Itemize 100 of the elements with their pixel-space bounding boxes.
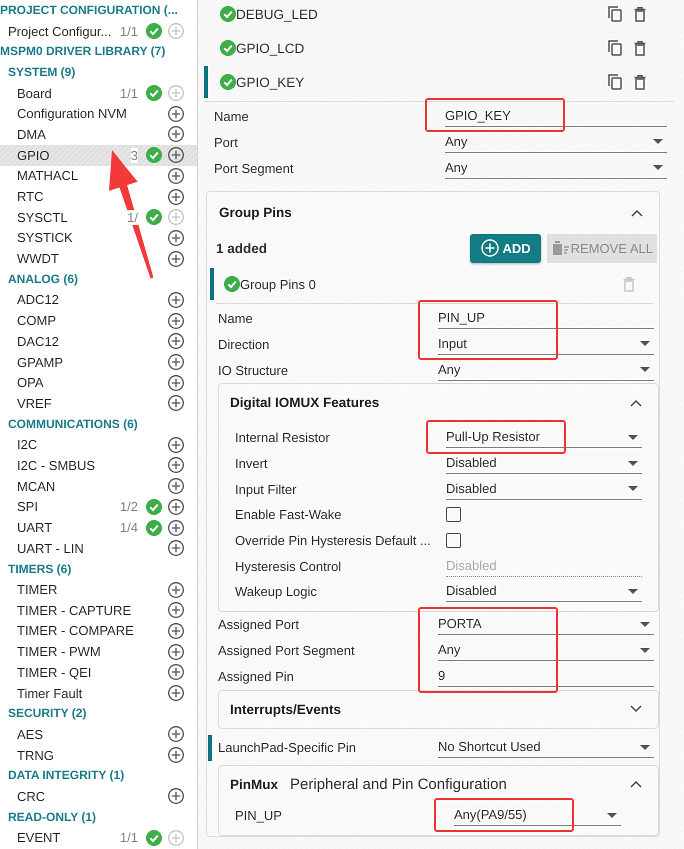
tree-item[interactable]: SYSTICK [0, 228, 197, 248]
tree-item[interactable]: CRC [0, 786, 197, 807]
chevron-up-icon[interactable] [630, 780, 642, 788]
trash-icon[interactable] [634, 40, 646, 56]
chevron-down-icon[interactable] [630, 705, 642, 714]
tree-item[interactable]: MATHACL [0, 166, 197, 186]
dropdown[interactable]: Disabled [446, 478, 642, 500]
tree-item[interactable]: RTC [0, 186, 197, 207]
dropdown[interactable]: Input [438, 334, 654, 354]
add-button[interactable]: ADD [470, 234, 541, 262]
checkbox[interactable] [446, 533, 461, 548]
tree-item[interactable]: OPA [0, 372, 197, 394]
tree-item[interactable]: TIMER - QEI [0, 662, 197, 683]
category-heading: TIMERS (6) [7, 560, 72, 578]
plus-circle-icon[interactable] [168, 664, 184, 680]
plus-circle-icon[interactable] [168, 478, 184, 494]
text-field[interactable]: GPIO_KEY [445, 106, 667, 126]
tree-item[interactable]: Board 1/1 [0, 82, 197, 104]
plus-circle-icon[interactable] [168, 622, 184, 639]
plus-circle-icon[interactable] [168, 374, 184, 391]
plus-circle-icon[interactable] [168, 354, 184, 370]
plus-circle-icon[interactable] [168, 685, 184, 702]
plus-circle-icon[interactable] [168, 312, 184, 329]
copy-icon[interactable] [608, 74, 622, 90]
tree-item[interactable]: UART - LIN [0, 538, 197, 559]
instance-item[interactable]: GPIO_KEY [198, 65, 680, 99]
dropdown[interactable]: Any [445, 158, 667, 178]
tree-item[interactable]: GPAMP [0, 352, 197, 372]
tree-item[interactable]: EVENT 1/1 [0, 828, 197, 848]
tree-item[interactable]: TIMER [0, 579, 197, 600]
dropdown[interactable]: Any(PA9/55) [454, 805, 621, 826]
plus-circle-icon[interactable] [168, 644, 184, 660]
tree-item[interactable]: Timer Fault [0, 682, 197, 704]
plus-circle-icon[interactable] [168, 747, 184, 764]
tree-item[interactable]: ADC12 [0, 290, 197, 310]
plus-circle-icon[interactable] [168, 168, 184, 184]
plus-circle-icon[interactable] [168, 147, 184, 164]
tree-item[interactable]: TRNG [0, 744, 197, 766]
field-label: Name [214, 108, 250, 124]
tree-item[interactable]: SYSCTL 1/ [0, 206, 197, 228]
text-field[interactable]: PIN_UP [438, 308, 654, 328]
dropdown[interactable]: Any [445, 132, 667, 152]
plus-circle-icon[interactable] [168, 520, 184, 536]
plus-circle-icon[interactable] [168, 602, 184, 618]
tree-item[interactable]: AES [0, 724, 197, 745]
plus-circle-icon[interactable] [168, 333, 184, 350]
plus-circle-icon[interactable] [168, 582, 184, 598]
instance-count: 1/1 [120, 24, 138, 39]
dropdown[interactable]: Disabled [446, 581, 642, 602]
tree-item[interactable]: TIMER - PWM [0, 641, 197, 662]
plus-circle-icon[interactable] [168, 250, 184, 267]
dropdown[interactable]: Any [438, 640, 654, 662]
plus-circle-icon[interactable] [168, 188, 184, 205]
tree-item[interactable]: WWDT [0, 248, 197, 269]
dropdown[interactable]: No Shortcut Used [438, 737, 654, 758]
tree-item[interactable]: VREF [0, 393, 197, 414]
copy-icon[interactable] [608, 6, 622, 22]
instance-item[interactable]: Group Pins 0 [210, 267, 659, 301]
field-label: Port [214, 134, 239, 150]
copy-icon[interactable] [608, 40, 622, 56]
tree-item[interactable]: TIMER - CAPTURE [0, 600, 197, 621]
tree-item[interactable]: I2C - SMBUS [0, 455, 197, 476]
tree-item[interactable]: DMA [0, 124, 197, 145]
plus-circle-icon[interactable] [168, 126, 184, 142]
tree-item[interactable]: I2C [0, 434, 197, 456]
text-field[interactable]: 9 [438, 666, 654, 688]
dropdown[interactable]: Any [438, 360, 654, 380]
plus-circle-icon[interactable] [168, 230, 184, 246]
tree-item[interactable]: TIMER - COMPARE [0, 620, 197, 642]
caret-icon [640, 367, 650, 372]
plus-circle-icon[interactable] [168, 436, 184, 453]
dropdown[interactable]: Disabled [446, 453, 642, 474]
tree-item[interactable]: UART 1/4 [0, 517, 197, 538]
plus-circle-icon[interactable] [168, 395, 184, 412]
plus-circle-icon[interactable] [168, 788, 184, 804]
tree-item[interactable]: Project Configur... 1/1 [0, 20, 197, 42]
plus-circle-icon[interactable] [168, 540, 184, 556]
plus-circle-icon[interactable] [168, 292, 184, 308]
chevron-up-icon[interactable] [630, 398, 642, 406]
dropdown[interactable]: Pull-Up Resistor [446, 427, 642, 448]
trash-icon[interactable] [634, 6, 646, 22]
tree-item[interactable]: SPI 1/2 [0, 496, 197, 518]
checkbox[interactable] [446, 507, 461, 522]
tree-item[interactable]: MCAN [0, 476, 197, 496]
plus-circle-icon[interactable] [168, 498, 184, 515]
instance-item[interactable]: DEBUG_LED [198, 0, 680, 31]
dropdown[interactable]: PORTA [438, 614, 654, 636]
caret-icon [628, 434, 638, 440]
chevron-up-icon[interactable] [631, 208, 643, 216]
tree-item[interactable]: COMP [0, 310, 197, 331]
instance-count: 1/4 [120, 520, 138, 536]
plus-circle-icon[interactable] [168, 726, 184, 742]
tree-item[interactable]: Configuration NVM [0, 103, 197, 124]
tree-item[interactable]: DAC12 [0, 331, 197, 352]
instance-count: 1/1 [120, 86, 138, 101]
instance-item[interactable]: GPIO_LCD [198, 31, 680, 65]
plus-circle-icon[interactable] [168, 457, 184, 474]
trash-icon[interactable] [634, 74, 646, 90]
plus-circle-icon[interactable] [168, 106, 184, 122]
tree-item[interactable]: GPIO 3 [0, 144, 197, 166]
